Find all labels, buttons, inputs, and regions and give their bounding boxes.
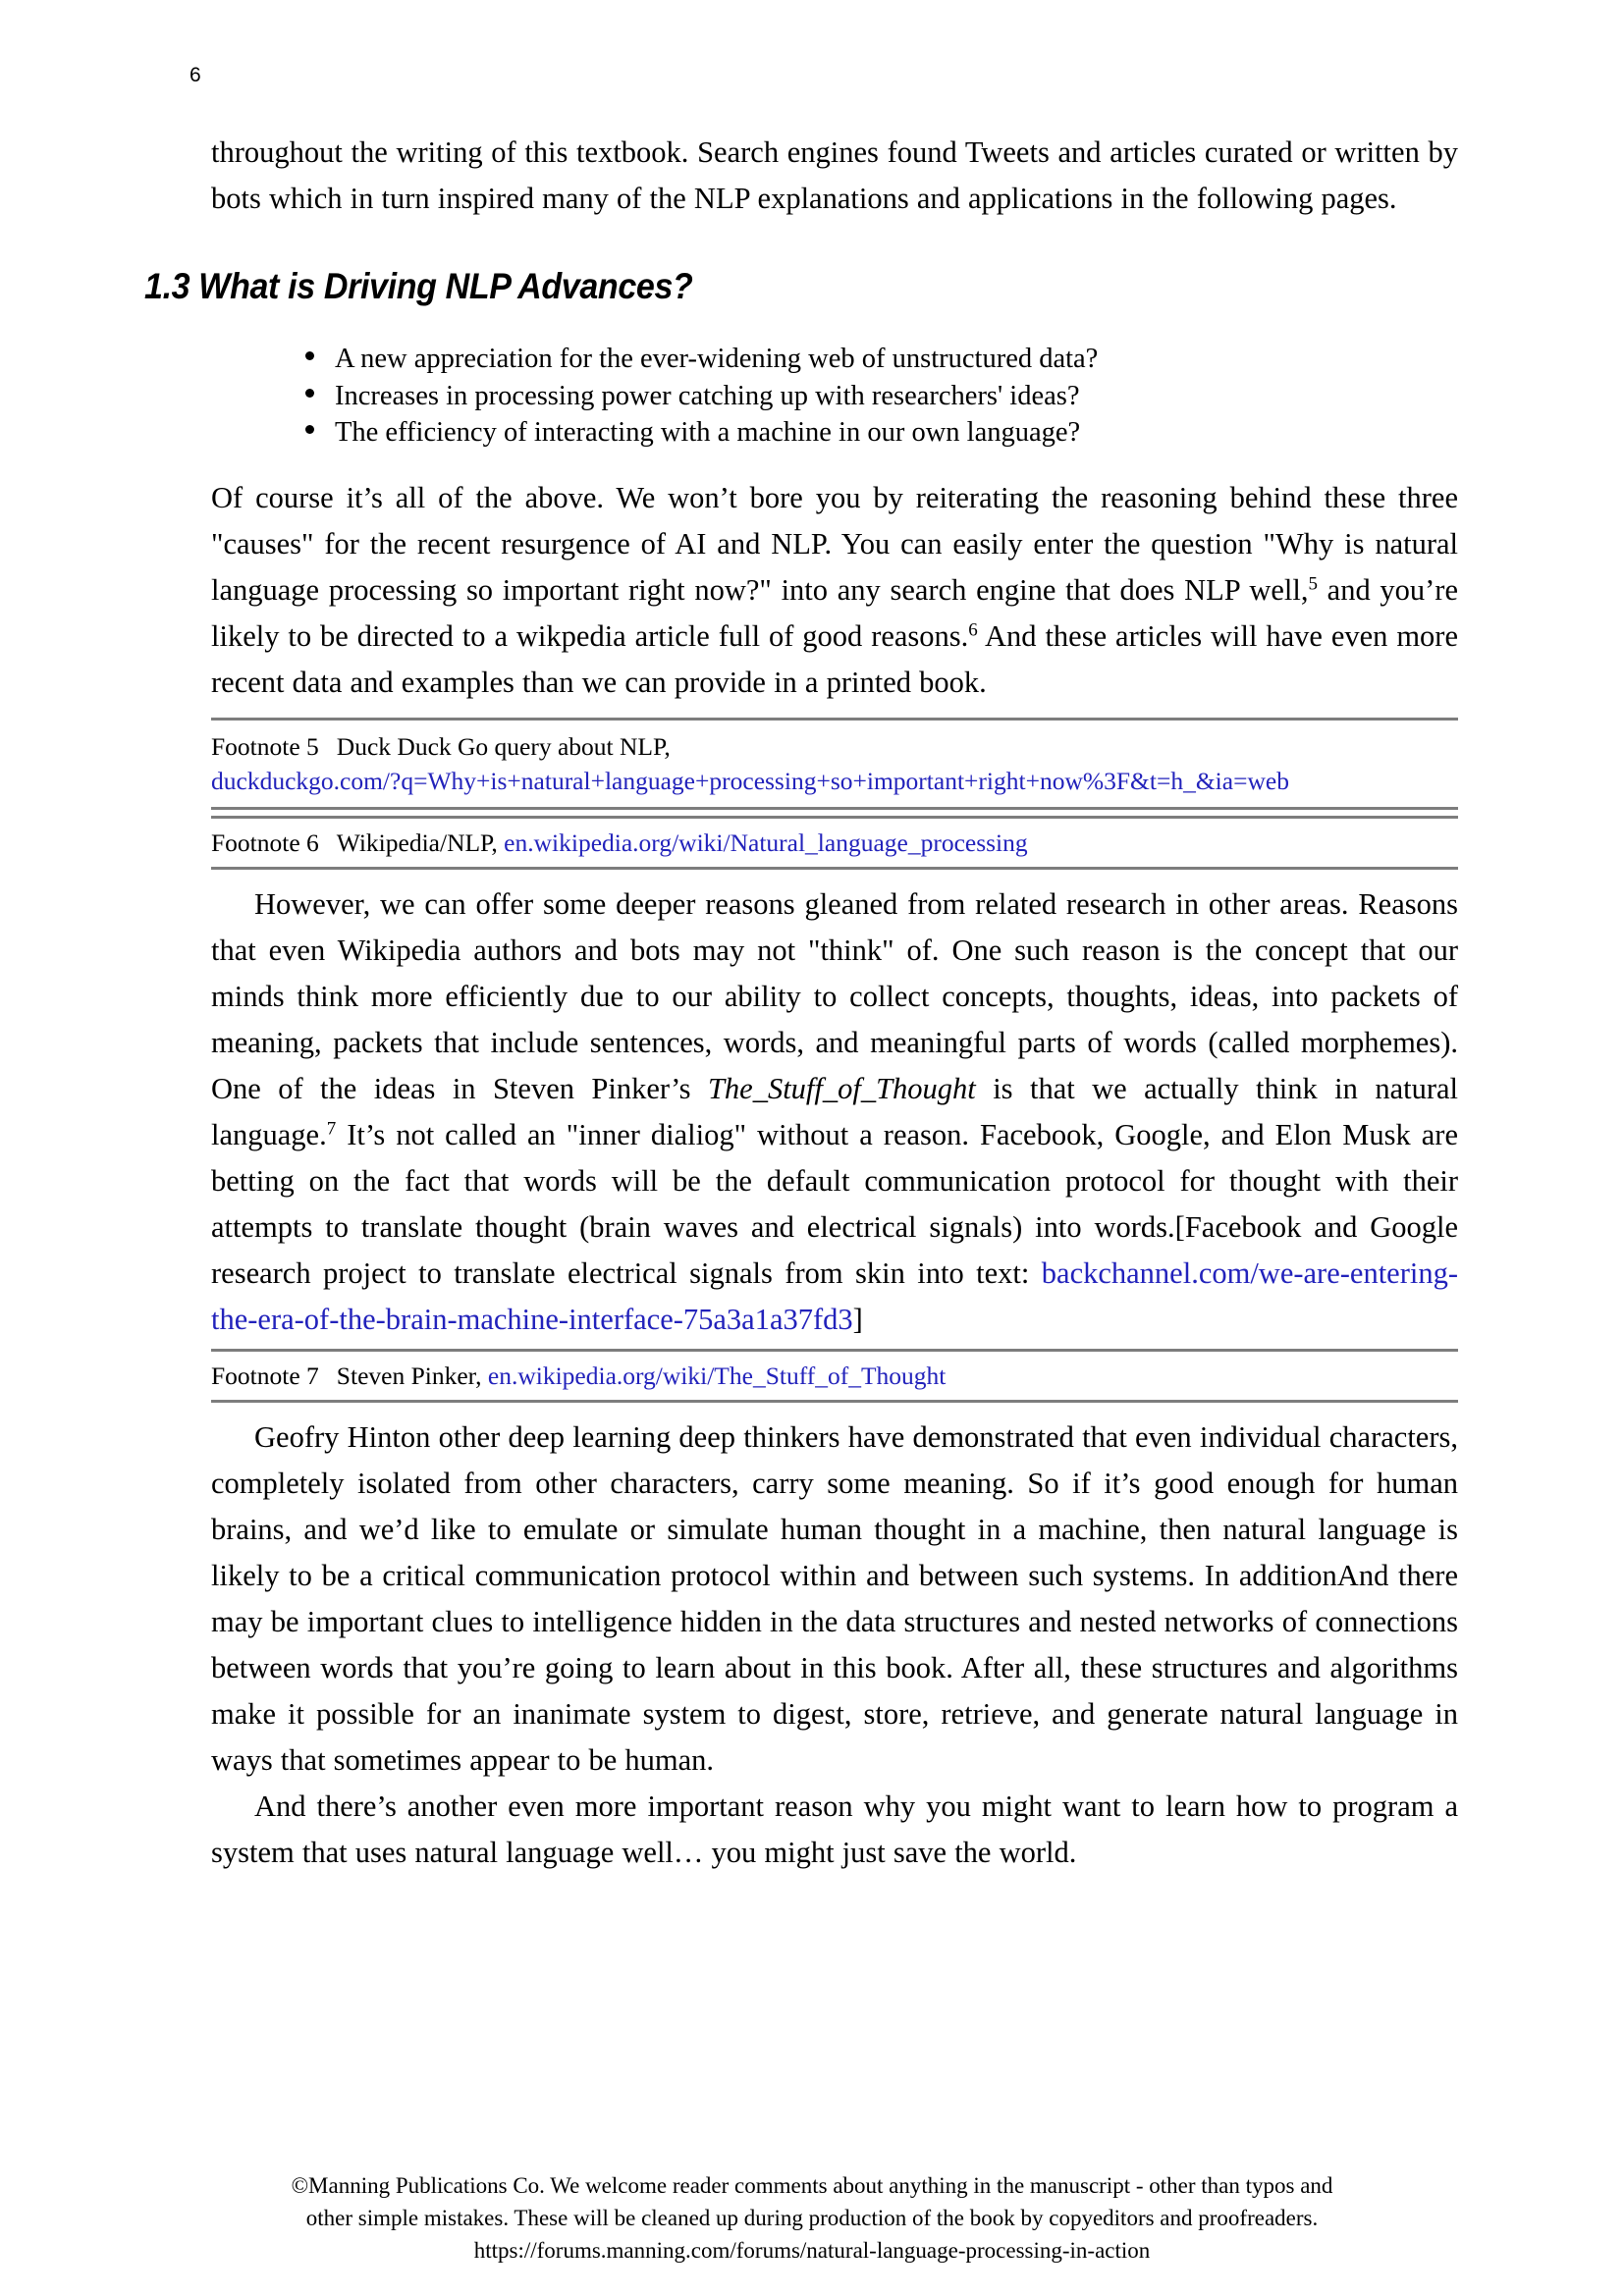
paragraph-however: However, we can offer some deeper reason… — [211, 881, 1458, 1343]
footnote-5-link[interactable]: duckduckgo.com/?q=Why+is+natural+languag… — [211, 767, 1289, 795]
footnote-5-line1: Footnote 5 Duck Duck Go query about NLP, — [211, 729, 1458, 764]
footnote-block-7: Footnote 7 Steven Pinker, en.wikipedia.or… — [211, 1348, 1458, 1403]
list-item: The efficiency of interacting with a mac… — [305, 414, 1458, 452]
bullet-dot-icon — [305, 425, 314, 434]
footnote-7-line1: Footnote 7 Steven Pinker, en.wikipedia.or… — [211, 1359, 1458, 1393]
list-item-label: A new appreciation for the ever-widening… — [335, 344, 1099, 374]
footnote-6-label: Footnote 6 — [211, 828, 319, 857]
bullet-list: A new appreciation for the ever-widening… — [211, 341, 1458, 452]
footnote-ref-5[interactable]: 5 — [1308, 573, 1318, 594]
footnote-5-text: Duck Duck Go query about NLP, — [336, 731, 671, 761]
page-footer: ©Manning Publications Co. We welcome rea… — [0, 2169, 1624, 2267]
list-item-label: The efficiency of interacting with a mac… — [335, 417, 1081, 448]
footnote-6-link[interactable]: en.wikipedia.org/wiki/Natural_language_p… — [504, 828, 1027, 857]
paragraph-however-part4: ] — [852, 1302, 863, 1336]
book-title-italic: The_Stuff_of_Thought — [707, 1071, 976, 1105]
footnote-6-line1: Footnote 6 Wikipedia/NLP, en.wikipedia.or… — [211, 826, 1458, 860]
footer-line-1: ©Manning Publications Co. We welcome rea… — [291, 2173, 1333, 2198]
list-item-label: Increases in processing power catching u… — [335, 380, 1080, 411]
footnote-block-6: Footnote 6 Wikipedia/NLP, en.wikipedia.or… — [211, 815, 1458, 870]
bullet-dot-icon — [305, 351, 314, 360]
paragraph-intro: throughout the writing of this textbook.… — [211, 135, 1458, 215]
footnote-block-5: Footnote 5 Duck Duck Go query about NLP, … — [211, 717, 1458, 810]
footnote-7-label: Footnote 7 — [211, 1361, 319, 1390]
footnote-5-label: Footnote 5 — [211, 731, 319, 761]
paragraph-geofry: Geofry Hinton other deep learning deep t… — [211, 1419, 1458, 1777]
list-item: Increases in processing power catching u… — [305, 378, 1458, 415]
document-page: 6 throughout the writing of this textboo… — [0, 0, 1624, 2296]
footer-url: https://forums.manning.com/forums/natura… — [473, 2238, 1151, 2263]
footer-line-2: other simple mistakes. These will be cle… — [305, 2206, 1319, 2230]
footnote-5-line2: duckduckgo.com/?q=Why+is+natural+languag… — [211, 764, 1458, 798]
paragraph-of-course: Of course it’s all of the above. We won’… — [211, 475, 1458, 706]
footnote-6-text: Wikipedia/NLP, — [336, 828, 498, 857]
bullet-dot-icon — [305, 388, 314, 398]
list-item: A new appreciation for the ever-widening… — [305, 341, 1458, 378]
footnote-ref-7[interactable]: 7 — [327, 1118, 337, 1139]
footnote-ref-6[interactable]: 6 — [968, 619, 978, 640]
footnote-7-link[interactable]: en.wikipedia.org/wiki/The_Stuff_of_Thoug… — [488, 1362, 947, 1390]
page-content: throughout the writing of this textbook.… — [144, 130, 1458, 1876]
paragraph-of-course-part1: Of course it’s all of the above. We won’… — [211, 480, 1458, 607]
footnote-7-text: Steven Pinker, — [336, 1361, 482, 1390]
section-heading: 1.3 What is Driving NLP Advances? — [144, 266, 693, 306]
page-number: 6 — [189, 64, 201, 86]
paragraph-another: And there’s another even more important … — [211, 1789, 1458, 1869]
